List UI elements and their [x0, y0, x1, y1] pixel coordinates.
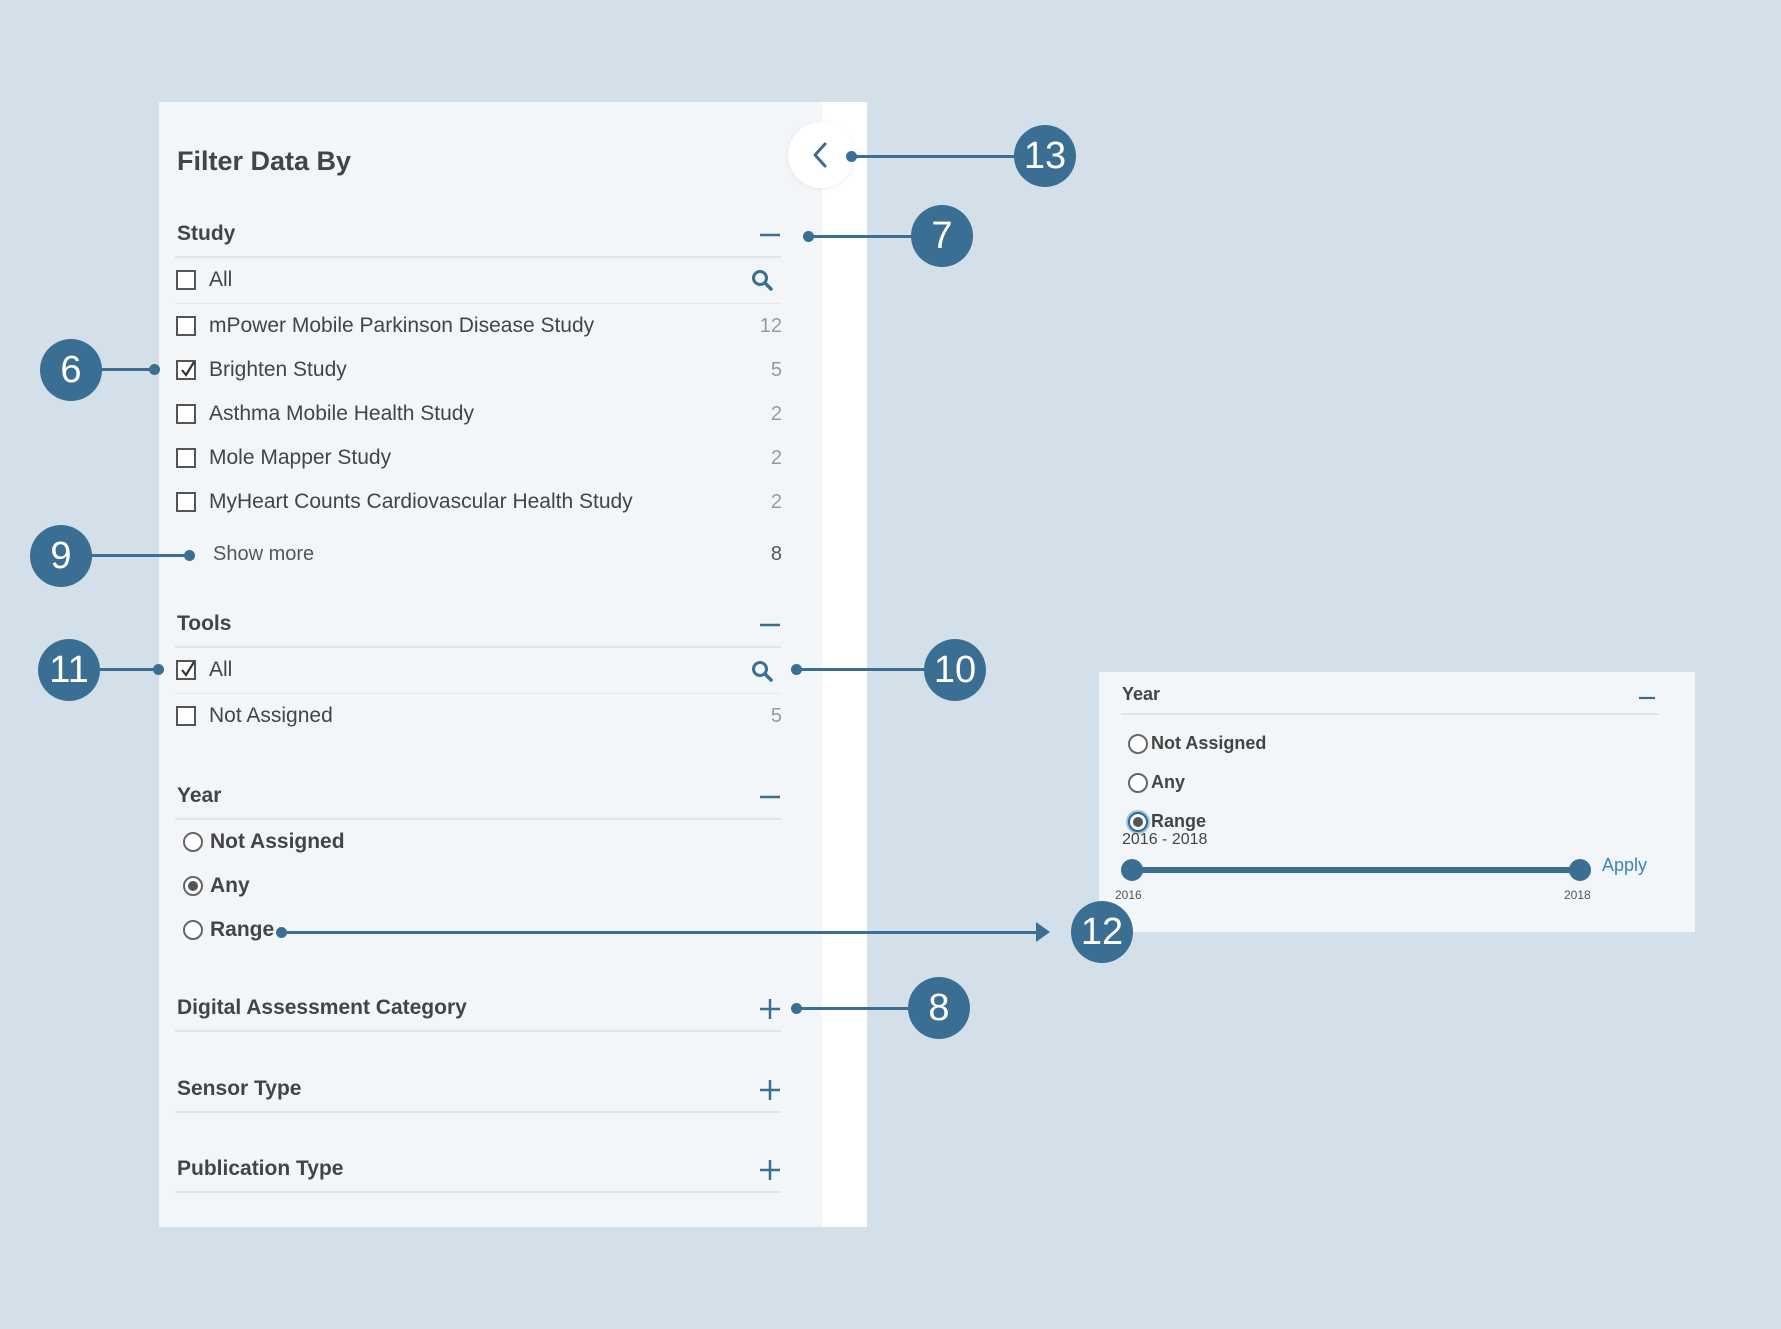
apply-button[interactable]: Apply: [1602, 855, 1647, 876]
divider: [175, 1111, 781, 1113]
checkmark-icon: [181, 361, 195, 377]
minus-icon[interactable]: [758, 223, 782, 247]
callout-line: [808, 235, 914, 238]
checkbox-study-item-checked[interactable]: [176, 360, 196, 380]
section-title-tools: Tools: [177, 612, 232, 635]
slider-min-label: 2016: [1115, 888, 1142, 902]
radio-year-not-assigned[interactable]: [183, 832, 203, 852]
radio-year-any[interactable]: [183, 876, 203, 896]
study-item-count: 2: [770, 403, 782, 425]
panel-title: Filter Data By: [177, 146, 352, 176]
slider-max-label: 2018: [1564, 888, 1591, 902]
divider: [175, 818, 781, 820]
arrowhead-icon: [1036, 922, 1050, 942]
radio-inset-any[interactable]: [1128, 773, 1148, 793]
study-item-count: 2: [770, 491, 782, 513]
radio-label: Any: [1151, 772, 1186, 792]
divider: [175, 1191, 781, 1193]
study-item-label: Asthma Mobile Health Study: [209, 402, 474, 425]
range-slider-max-handle[interactable]: [1569, 859, 1591, 881]
checkbox-tools-item[interactable]: [176, 706, 196, 726]
show-more-link[interactable]: Show more: [213, 543, 314, 566]
range-text: 2016 - 2018: [1122, 831, 1208, 848]
callout-badge: 8: [908, 977, 970, 1039]
callout-dot: [184, 550, 195, 561]
radio-inset-range[interactable]: [1128, 812, 1148, 832]
tools-all-label: All: [209, 658, 233, 681]
search-icon[interactable]: [750, 659, 774, 683]
divider: [175, 256, 781, 258]
year-range-inset: Year Not Assigned Any Range 2016 - 2018 …: [1099, 672, 1695, 932]
section-title-sensor-type[interactable]: Sensor Type: [177, 1077, 301, 1101]
radio-label: Range: [210, 918, 275, 941]
divider: [175, 303, 781, 304]
callout-line: [90, 554, 190, 557]
plus-icon[interactable]: [758, 1158, 782, 1182]
callout-line: [796, 1007, 911, 1010]
checkbox-study-item[interactable]: [176, 404, 196, 424]
collapse-panel-button[interactable]: [788, 122, 854, 188]
divider: [175, 693, 781, 694]
minus-icon[interactable]: [758, 785, 782, 809]
study-item-label: Mole Mapper Study: [209, 446, 392, 469]
radio-label: Any: [210, 874, 250, 897]
checkbox-tools-all-checked[interactable]: [176, 660, 196, 680]
divider: [175, 646, 781, 648]
tools-item-count: 5: [770, 705, 782, 727]
panel-edge: [822, 102, 867, 1227]
radio-year-range[interactable]: [183, 920, 203, 940]
callout-badge: 11: [38, 639, 100, 701]
study-item-label: mPower Mobile Parkinson Disease Study: [209, 314, 595, 337]
radio-inset-not-assigned[interactable]: [1128, 734, 1148, 754]
section-title-publication-type[interactable]: Publication Type: [177, 1157, 343, 1181]
callout-badge: 10: [924, 639, 986, 701]
callout-badge: 12: [1071, 901, 1133, 963]
callout-line: [796, 668, 926, 671]
study-item-count: 12: [759, 315, 782, 337]
study-item-label: Brighten Study: [209, 358, 347, 381]
section-title-digital-assessment[interactable]: Digital Assessment Category: [177, 996, 467, 1020]
chevron-left-icon: [813, 142, 827, 168]
study-item-count: 2: [770, 447, 782, 469]
study-item-label: MyHeart Counts Cardiovascular Health Stu…: [209, 490, 633, 513]
range-slider-min-handle[interactable]: [1121, 859, 1143, 881]
minus-icon[interactable]: [1637, 688, 1657, 708]
checkmark-icon: [181, 661, 195, 677]
radio-label: Not Assigned: [210, 830, 345, 853]
callout-dot: [149, 364, 160, 375]
callout-dot: [153, 664, 164, 675]
checkbox-study-item[interactable]: [176, 316, 196, 336]
radio-label: Range: [1151, 811, 1207, 831]
checkbox-study-all[interactable]: [176, 270, 196, 290]
radio-label: Not Assigned: [1151, 733, 1267, 753]
callout-line: [98, 668, 158, 671]
callout-line: [100, 368, 155, 371]
minus-icon[interactable]: [758, 613, 782, 637]
divider: [175, 1030, 781, 1032]
show-more-count: 8: [770, 543, 782, 565]
tools-item-label: Not Assigned: [209, 704, 333, 727]
divider: [1121, 713, 1659, 715]
study-item-count: 5: [770, 359, 782, 381]
inset-year-title: Year: [1122, 684, 1161, 704]
checkbox-study-item[interactable]: [176, 448, 196, 468]
callout-badge: 9: [30, 525, 92, 587]
callout-line: [281, 931, 1041, 934]
checkbox-study-item[interactable]: [176, 492, 196, 512]
callout-line: [851, 155, 1016, 158]
plus-icon[interactable]: [758, 1078, 782, 1102]
section-title-year: Year: [177, 784, 222, 807]
plus-icon[interactable]: [758, 997, 782, 1021]
section-title-study: Study: [177, 222, 236, 245]
callout-badge: 7: [911, 205, 973, 267]
search-icon[interactable]: [750, 268, 774, 292]
callout-badge: 13: [1014, 125, 1076, 187]
callout-badge: 6: [40, 339, 102, 401]
range-slider-track[interactable]: [1133, 867, 1585, 873]
study-all-label: All: [209, 268, 233, 291]
